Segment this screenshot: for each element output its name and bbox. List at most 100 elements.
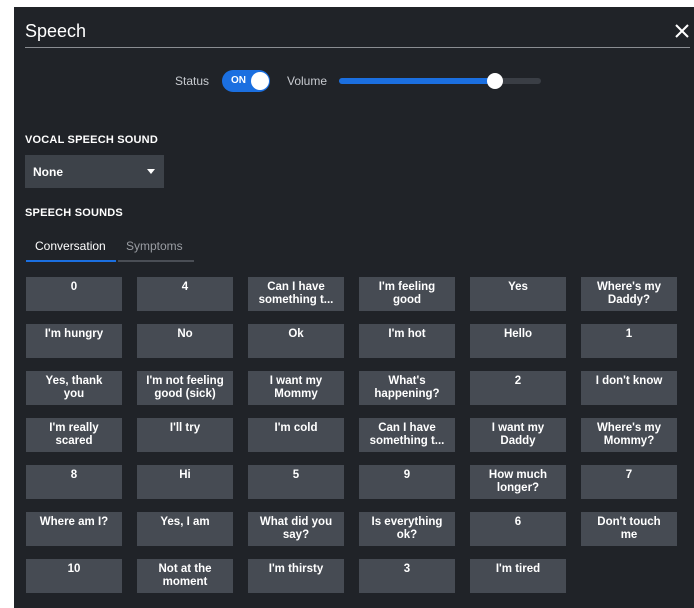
speech-sound-button[interactable]: Hello	[470, 324, 566, 358]
speech-sound-button[interactable]: What did you say?	[248, 512, 344, 546]
speech-sound-button-label: 6	[514, 516, 522, 528]
speech-sound-button[interactable]: 5	[248, 465, 344, 499]
speech-sound-button-label: I'm not feeling good (sick)	[146, 375, 224, 400]
volume-slider-thumb[interactable]	[486, 73, 503, 89]
speech-sound-button[interactable]: 8	[26, 465, 122, 499]
speech-sound-button[interactable]: Can I have something t...	[359, 418, 455, 452]
speech-sound-button[interactable]: Hi	[137, 465, 233, 499]
status-label: Status	[175, 74, 210, 88]
speech-sound-button[interactable]: Not at the moment	[137, 559, 233, 593]
speech-sounds-heading: SPEECH SOUNDS	[25, 207, 123, 219]
speech-sound-button[interactable]: No	[137, 324, 233, 358]
speech-sound-button-label: Where's my Daddy?	[596, 281, 662, 306]
speech-sound-button-label: Yes, thank you	[45, 375, 103, 400]
speech-sound-button-label: No	[177, 328, 193, 340]
speech-sound-button[interactable]: I don't know	[581, 371, 677, 405]
speech-sound-button[interactable]: I want my Mommy	[248, 371, 344, 405]
speech-sound-button-label: I'm feeling good	[378, 281, 436, 306]
speech-sound-button[interactable]: I'm feeling good	[359, 277, 455, 311]
panel-title: Speech	[25, 21, 87, 41]
speech-sound-button[interactable]: I'm cold	[248, 418, 344, 452]
speech-sound-button-label: Where am I?	[39, 516, 109, 528]
speech-sound-button-label: 3	[403, 563, 411, 575]
speech-sound-button[interactable]: I'm hungry	[26, 324, 122, 358]
speech-sound-button-label: Ok	[288, 328, 304, 340]
speech-panel: Speech Status ON Volume VOCAL SPEECH SOU…	[14, 7, 694, 608]
speech-sound-button-label: I'm thirsty	[268, 563, 324, 575]
speech-sound-button-label: Hi	[179, 469, 191, 481]
tab-conversation-label: Conversation	[35, 239, 106, 253]
speech-sound-button-label: Yes	[508, 281, 528, 293]
speech-sound-button[interactable]: Where's my Daddy?	[581, 277, 677, 311]
speech-sound-button[interactable]: I'm tired	[470, 559, 566, 593]
speech-sound-button-label: 0	[70, 281, 78, 293]
speech-sound-button-label: Hello	[503, 328, 533, 340]
speech-sound-button-label: I'm really scared	[49, 422, 99, 447]
speech-sound-button-label: I want my Mommy	[269, 375, 323, 400]
speech-sound-button-label: 9	[403, 469, 411, 481]
speech-sound-button-label: Can I have something t...	[258, 281, 334, 306]
speech-sound-button-label: I'm tired	[495, 563, 541, 575]
volume-slider-fill	[339, 78, 495, 84]
speech-sounds-tabs: Conversation Symptoms	[26, 235, 196, 263]
status-toggle-text: ON	[231, 75, 246, 86]
speech-sound-button-grid: 0 4 Can I have something t... I'm feeling g…	[26, 277, 692, 597]
speech-sound-button-label: I don't know	[595, 375, 663, 387]
speech-sound-button[interactable]: Yes	[470, 277, 566, 311]
vocal-speech-sound-value: None	[33, 165, 63, 179]
speech-sound-button-label: Where's my Mommy?	[596, 422, 662, 447]
speech-sound-button[interactable]: What's happening?	[359, 371, 455, 405]
speech-sound-button[interactable]: 0	[26, 277, 122, 311]
speech-sound-button[interactable]: Ok	[248, 324, 344, 358]
speech-sound-button[interactable]: 10	[26, 559, 122, 593]
tab-symptoms-label: Symptoms	[126, 239, 183, 253]
speech-sound-button-label: Can I have something t...	[369, 422, 445, 447]
speech-sound-button-label: 7	[625, 469, 633, 481]
speech-sound-button-label: Not at the moment	[158, 563, 212, 588]
volume-slider[interactable]	[339, 73, 541, 89]
speech-sound-button[interactable]: 7	[581, 465, 677, 499]
speech-sound-button[interactable]: How much longer?	[470, 465, 566, 499]
speech-sound-button[interactable]: I'm thirsty	[248, 559, 344, 593]
speech-sound-button[interactable]: Don't touch me	[581, 512, 677, 546]
tab-symptoms[interactable]: Symptoms	[118, 235, 194, 263]
vocal-speech-sound-heading: VOCAL SPEECH SOUND	[25, 134, 158, 146]
speech-sound-button[interactable]: Is everything ok?	[359, 512, 455, 546]
panel-header: Speech	[14, 7, 694, 49]
close-icon[interactable]	[672, 21, 692, 41]
speech-sound-button-label: Don't touch me	[597, 516, 661, 541]
speech-sound-button[interactable]: 2	[470, 371, 566, 405]
speech-sound-button-label: Is everything ok?	[371, 516, 443, 541]
speech-sound-button-label: 8	[70, 469, 78, 481]
vocal-speech-sound-select[interactable]: None	[25, 155, 164, 188]
tab-conversation-underline	[26, 260, 116, 262]
speech-sound-button-label: I'm hot	[388, 328, 426, 340]
speech-sound-button[interactable]: I want my Daddy	[470, 418, 566, 452]
speech-sound-button[interactable]: Yes, thank you	[26, 371, 122, 405]
status-toggle[interactable]: ON	[222, 70, 270, 92]
speech-sound-button[interactable]: 6	[470, 512, 566, 546]
speech-sound-button[interactable]: I'm hot	[359, 324, 455, 358]
speech-sound-button[interactable]: Where am I?	[26, 512, 122, 546]
speech-sound-button-label: How much longer?	[488, 469, 548, 494]
speech-sound-button[interactable]: Yes, I am	[137, 512, 233, 546]
speech-sound-button-label: Yes, I am	[160, 516, 210, 528]
speech-sound-button[interactable]: I'm not feeling good (sick)	[137, 371, 233, 405]
status-volume-controls: Status ON Volume	[14, 70, 694, 92]
speech-sound-button-label: I'm hungry	[44, 328, 104, 340]
speech-sound-button[interactable]: 1	[581, 324, 677, 358]
speech-sound-button[interactable]: Can I have something t...	[248, 277, 344, 311]
speech-sound-button-label: What did you say?	[259, 516, 333, 541]
speech-sound-button[interactable]: I'll try	[137, 418, 233, 452]
tab-conversation[interactable]: Conversation	[26, 235, 116, 263]
speech-sound-button[interactable]: I'm really scared	[26, 418, 122, 452]
speech-sound-button-label: What's happening?	[374, 375, 440, 400]
tab-symptoms-underline	[118, 260, 194, 262]
speech-sound-button-label: 2	[514, 375, 522, 387]
speech-sound-button[interactable]: 4	[137, 277, 233, 311]
speech-sound-button[interactable]: 3	[359, 559, 455, 593]
speech-sound-button[interactable]: Where's my Mommy?	[581, 418, 677, 452]
speech-sound-button-label: I'll try	[169, 422, 201, 434]
speech-sound-button[interactable]: 9	[359, 465, 455, 499]
speech-sound-button-label: 1	[625, 328, 633, 340]
